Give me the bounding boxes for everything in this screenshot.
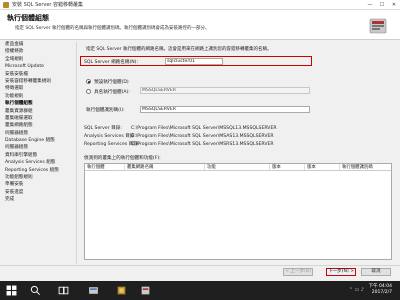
minimize-icon[interactable]: — (364, 0, 376, 10)
grid-header-version[interactable]: 版本 (305, 164, 340, 170)
instance-id-input[interactable]: MSSQLSERVER (140, 106, 310, 113)
page-title: 執行個體組態 (7, 14, 49, 22)
taskbar: ⌃ ▭ ♪ 下午 04:04 2017/2/7 (0, 281, 400, 300)
window-title: 安裝 SQL Server 容錯移轉叢集 (12, 2, 84, 8)
sidebar-item[interactable]: 伺服器組態 (0, 144, 75, 151)
named-instance-label: 具名執行個體(A): (94, 89, 130, 95)
sidebar-item[interactable]: 安裝安裝檔 (0, 71, 75, 78)
sidebar-item[interactable]: 準備安裝 (0, 181, 75, 188)
search-icon[interactable] (30, 285, 41, 296)
sidebar-item[interactable]: 安裝進度 (0, 189, 75, 196)
named-instance-input[interactable]: MSSQLSERVER (140, 87, 310, 94)
next-button[interactable]: 下一步(N) > (326, 268, 356, 276)
back-button[interactable]: < 上一步(B) (283, 268, 313, 276)
windows-icon[interactable] (6, 285, 17, 296)
server-manager-icon[interactable] (88, 285, 99, 296)
setup-app-taskbar-icon[interactable] (116, 285, 127, 296)
instance-id-label: 執行個體識別碼(I): (86, 108, 125, 113)
sidebar-item[interactable]: 叢集資源群組 (0, 108, 75, 115)
network-name-row-highlight: SQL Server 網路名稱(N): sqlcluster01 (80, 56, 312, 66)
task-view-icon[interactable] (58, 285, 69, 296)
grid-header-instance[interactable]: 執行個體 (85, 164, 125, 170)
cancel-button[interactable]: 取消 (361, 268, 391, 276)
analysis-services-directory-row: Analysis Services 目錄:C:\Program Files\Mi… (84, 133, 274, 139)
sql-setup-taskbar-icon[interactable] (140, 285, 151, 296)
step-navigation: 產品金鑰 授權條款 全域規則 Microsoft Update 安裝安裝檔 安裝容錯移轉叢… (0, 41, 75, 264)
grid-header-cluster-network-name[interactable]: 叢集網路名稱 (125, 164, 205, 170)
named-instance-radio[interactable] (86, 89, 91, 94)
reporting-services-directory-row: Reporting Services 目錄:C:\Program Files\M… (84, 141, 274, 147)
grid-header-instance-id[interactable]: 執行個體識別碼 (340, 164, 391, 170)
sidebar-item[interactable]: 伺服器組態 (0, 130, 75, 137)
sidebar-divider (76, 42, 77, 264)
maximize-icon[interactable]: ☐ (376, 0, 388, 10)
sidebar-item[interactable]: 產品金鑰 (0, 41, 75, 48)
sql-setup-app-icon (3, 1, 9, 8)
grid-header-edition[interactable]: 版本 (270, 164, 305, 170)
sidebar-item[interactable]: 授權條款 (0, 48, 75, 55)
footer-divider (0, 265, 400, 266)
sidebar-item[interactable]: Database Engine 組態 (0, 137, 75, 144)
instruction-text: 指定 SQL Server 執行個體的網路名稱。這會是用來在網路上識別您的容錯移… (86, 47, 272, 52)
sql-server-directory-value: C:\Program Files\Microsoft SQL Server\MS… (131, 126, 277, 131)
sidebar-item[interactable]: Analysis Services 組態 (0, 159, 75, 166)
sidebar-item[interactable]: 資料庫引擎組態 (0, 152, 75, 159)
sql-server-directory-row: SQL Server 目錄: C:\Program Files\Microsoft… (84, 125, 277, 131)
sidebar-item[interactable]: 功能組態規則 (0, 174, 75, 181)
analysis-services-directory-value: C:\Program Files\Microsoft SQL Server\MS… (131, 134, 274, 139)
taskbar-clock[interactable]: 下午 04:04 2017/2/7 (369, 284, 392, 296)
window-titlebar: 安裝 SQL Server 容錯移轉叢集 — ☐ ✕ (0, 0, 400, 10)
default-instance-label: 預設執行個體(D) (94, 79, 129, 85)
network-name-label: SQL Server 網路名稱(N): (84, 59, 139, 65)
installed-instances-grid[interactable]: 執行個體 叢集網路名稱 功能 版本 版本 執行個體識別碼 (84, 163, 392, 260)
clock-date: 2017/2/7 (371, 290, 392, 295)
close-icon[interactable]: ✕ (388, 0, 400, 10)
sidebar-item[interactable]: 執行個體組態 (0, 100, 75, 107)
sidebar-item[interactable]: 完成 (0, 196, 75, 203)
page-header: 執行個體組態 指定 SQL Server 執行個體的名稱與執行個體識別碼。執行個… (0, 10, 400, 40)
reporting-services-directory-value: C:\Program Files\Microsoft SQL Server\MS… (131, 142, 274, 147)
sidebar-item[interactable]: Microsoft Update (0, 63, 75, 70)
analysis-services-directory-label: Analysis Services 目錄: (84, 134, 136, 139)
grid-header-features[interactable]: 功能 (205, 164, 270, 170)
sidebar-item[interactable]: 特徵選取 (0, 85, 75, 92)
sidebar-item[interactable]: Reporting Services 組態 (0, 167, 75, 174)
sidebar-item[interactable]: 叢集磁碟選取 (0, 115, 75, 122)
sidebar-item[interactable]: 安裝容錯移轉叢集規則 (0, 78, 75, 85)
sql-server-logo-icon (369, 18, 387, 34)
sidebar-item[interactable]: 全域規則 (0, 56, 75, 63)
grid-header: 執行個體 叢集網路名稱 功能 版本 版本 執行個體識別碼 (85, 164, 391, 171)
installed-instances-label: 偵測到的叢集上的執行個體和功能(F): (84, 156, 161, 161)
network-name-input[interactable]: sqlcluster01 (165, 57, 223, 65)
system-tray-icons[interactable]: ⌃ ▭ ♪ (349, 287, 364, 293)
sidebar-item[interactable]: 功能規則 (0, 93, 75, 100)
sidebar-item[interactable]: 叢集網路組態 (0, 122, 75, 129)
default-instance-radio[interactable] (86, 79, 91, 84)
main-panel: 指定 SQL Server 執行個體的網路名稱。這會是用來在網路上識別您的容錯移… (80, 41, 396, 264)
sql-server-directory-label: SQL Server 目錄: (84, 126, 122, 131)
page-description: 指定 SQL Server 執行個體的名稱與執行個體識別碼。執行個體識別碼會成為… (15, 26, 210, 31)
reporting-services-directory-label: Reporting Services 目錄: (84, 142, 140, 147)
